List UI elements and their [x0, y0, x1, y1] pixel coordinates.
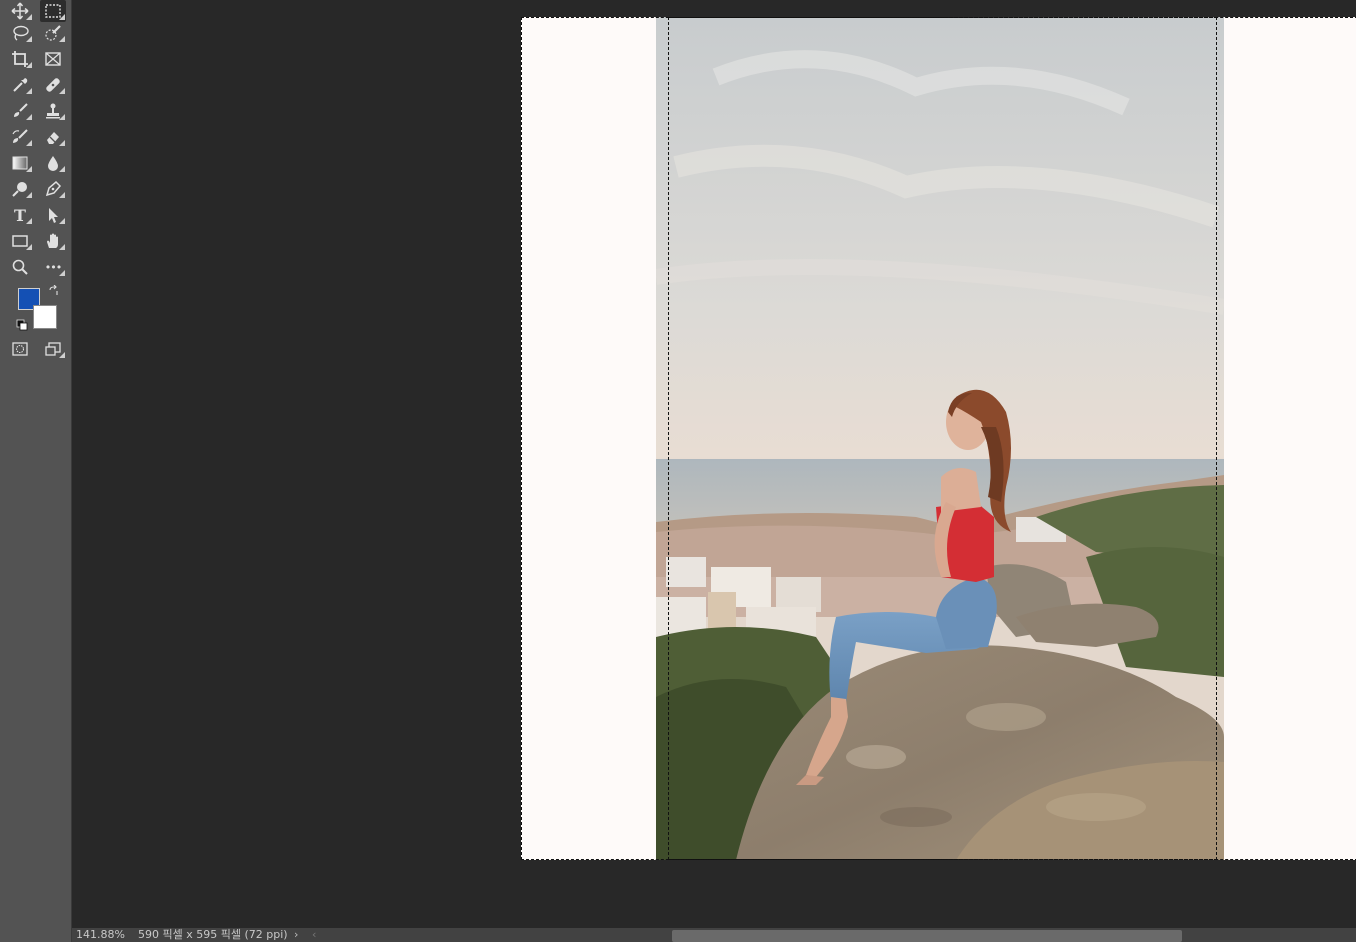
type-tool-button[interactable]: T — [7, 204, 33, 226]
zoom-tool-button[interactable] — [7, 256, 33, 278]
rectangular-marquee-tool-button[interactable] — [40, 0, 66, 22]
swap-colors-icon[interactable] — [48, 285, 60, 297]
frame-icon — [45, 52, 61, 66]
horizontal-scrollbar[interactable] — [672, 930, 1182, 942]
status-prev-arrow[interactable]: ‹ — [312, 928, 316, 942]
stamp-icon — [46, 103, 60, 119]
brush-tool-button[interactable] — [7, 100, 33, 122]
eyedropper-icon — [13, 78, 28, 92]
hand-tool-button[interactable] — [40, 230, 66, 252]
zoom-icon — [12, 259, 28, 275]
path-selection-tool-button[interactable] — [40, 204, 66, 226]
dodge-icon — [12, 182, 27, 197]
rectangle-icon — [12, 235, 28, 247]
drop-icon — [48, 156, 58, 171]
bandage-icon — [46, 78, 60, 92]
lasso-icon — [13, 25, 29, 41]
quick-selection-tool-button[interactable] — [40, 22, 66, 44]
history-brush-icon — [12, 129, 28, 143]
photo-layer — [656, 17, 1224, 860]
zoom-level[interactable]: 141.88% — [76, 928, 125, 942]
crop-icon — [12, 51, 28, 67]
dodge-tool-button[interactable] — [7, 178, 33, 200]
type-icon: T — [14, 205, 26, 225]
move-tool-button[interactable] — [7, 0, 33, 22]
pen-tool-button[interactable] — [40, 178, 66, 200]
marquee-icon — [45, 4, 61, 18]
background-color-swatch[interactable] — [33, 305, 57, 329]
document-canvas[interactable] — [521, 17, 1356, 860]
eraser-tool-button[interactable] — [40, 126, 66, 148]
frame-tool-button[interactable] — [40, 48, 66, 70]
history-brush-tool-button[interactable] — [7, 126, 33, 148]
woman-on-rock-photo — [656, 17, 1224, 860]
quick-selection-icon — [45, 25, 61, 41]
screen-mode-icon — [45, 342, 61, 356]
crop-tool-button[interactable] — [7, 48, 33, 70]
document-size-info: 590 픽셀 x 595 픽셀 (72 ppi) — [138, 928, 288, 941]
healing-brush-tool-button[interactable] — [40, 74, 66, 96]
move-icon — [11, 2, 29, 20]
ellipsis-icon: ••• — [44, 260, 62, 274]
blur-tool-button[interactable] — [40, 152, 66, 174]
screen-mode-button[interactable] — [40, 338, 66, 360]
status-next-arrow[interactable]: › — [294, 928, 298, 942]
status-bar: 141.88% 590 픽셀 x 595 픽셀 (72 ppi) › ‹ — [72, 928, 1356, 942]
pen-icon — [45, 180, 62, 197]
rectangle-tool-button[interactable] — [7, 230, 33, 252]
brush-icon — [14, 103, 28, 117]
default-colors-icon[interactable] — [16, 319, 28, 331]
gradient-tool-button[interactable] — [7, 152, 33, 174]
eraser-icon — [47, 132, 59, 144]
edit-toolbar-button[interactable]: ••• — [40, 256, 66, 278]
lasso-tool-button[interactable] — [7, 22, 33, 44]
arrow-icon — [49, 208, 58, 223]
canvas-workspace[interactable] — [72, 0, 1356, 928]
tools-panel: T ••• — [0, 0, 72, 942]
eyedropper-tool-button[interactable] — [7, 74, 33, 96]
hand-icon — [47, 233, 58, 248]
clone-stamp-tool-button[interactable] — [40, 100, 66, 122]
gradient-icon — [12, 156, 28, 170]
quick-mask-button[interactable] — [7, 338, 33, 360]
quick-mask-icon — [12, 342, 28, 356]
